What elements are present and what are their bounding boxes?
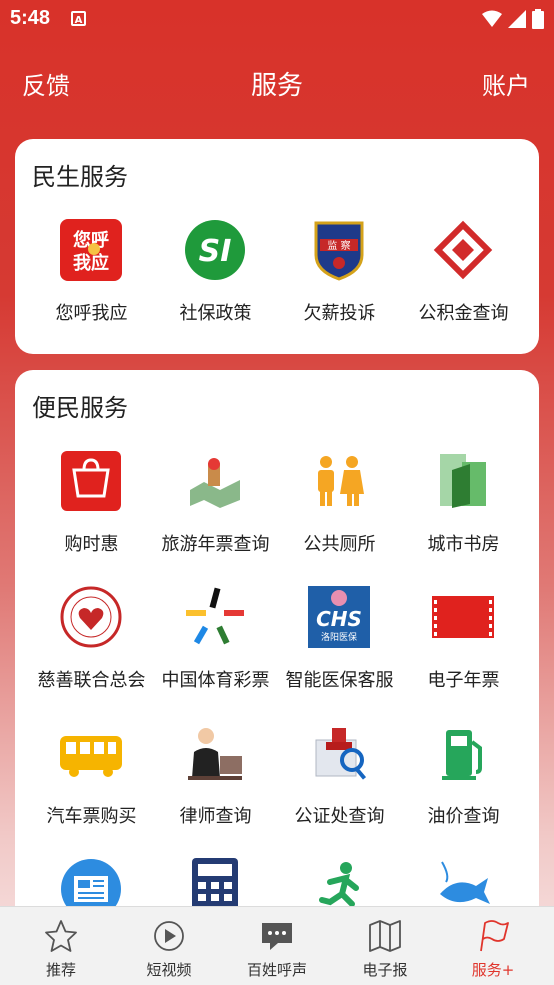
service-label: 电子年票	[427, 670, 500, 691]
svg-text:CHS: CHS	[316, 607, 362, 631]
service-label: 欠薪投诉	[303, 303, 376, 324]
page-title: 服务	[250, 71, 303, 101]
service-label: 您呼我应	[55, 303, 128, 324]
service-label: 公积金查询	[418, 303, 509, 324]
si-icon: SI	[184, 219, 246, 281]
service-label: 智能医保客服	[285, 670, 394, 691]
map-book-icon	[369, 920, 401, 952]
livelihood-services-card: 民生服务 您呼 我应 您呼我应 SI 社保政策 监 察 欠薪投诉 公积金查询	[15, 139, 539, 354]
tab-label: 推荐	[45, 961, 76, 979]
service-label: 油价查询	[427, 806, 500, 827]
housing-fund-icon	[432, 219, 494, 281]
status-time: 5:48	[10, 7, 51, 29]
notification-app-icon: A	[71, 11, 86, 26]
tab-label: 服务+	[471, 961, 515, 979]
fuel-pump-icon	[432, 722, 494, 784]
chat-icon	[262, 923, 292, 950]
service-label: 中国体育彩票	[161, 670, 270, 691]
service-label: 社保政策	[179, 303, 252, 324]
signal-icon	[508, 10, 526, 28]
wifi-icon	[482, 10, 502, 27]
service-label: 城市书房	[427, 534, 500, 555]
shopping-bag-icon	[60, 450, 122, 512]
star-icon	[45, 920, 77, 952]
ticket-icon	[432, 586, 494, 648]
svg-text:SI: SI	[199, 234, 232, 269]
play-icon	[154, 921, 184, 951]
service-label: 慈善联合总会	[37, 670, 146, 691]
section-title: 便民服务	[32, 394, 128, 422]
tab-public-voice[interactable]: 百姓呼声	[222, 907, 332, 985]
account-button[interactable]: 账户	[482, 66, 530, 101]
tab-short-video[interactable]: 短视频	[114, 907, 224, 985]
flag-icon	[480, 920, 509, 952]
status-bar: 5:48 A	[0, 0, 554, 38]
tab-label: 百姓呼声	[246, 961, 307, 979]
notary-stamp-icon	[308, 722, 370, 784]
service-label: 公共厕所	[303, 534, 376, 555]
service-label: 购时惠	[64, 534, 119, 555]
lottery-star-icon	[184, 586, 246, 648]
ninhu-icon: 您呼 我应	[60, 219, 122, 281]
tab-recommend[interactable]: 推荐	[6, 907, 116, 985]
toilet-icon	[308, 450, 370, 512]
battery-icon	[532, 9, 544, 29]
tab-e-newspaper[interactable]: 电子报	[330, 907, 440, 985]
svg-text:洛阳医保: 洛阳医保	[321, 631, 357, 643]
labor-badge-icon: 监 察	[308, 219, 370, 281]
lawyer-icon	[184, 722, 246, 784]
tab-label: 短视频	[146, 961, 192, 979]
convenience-services-card: 便民服务 购时惠 旅游年票查询 公共厕所 城市书房 慈善联合总会 中国体育彩票 …	[15, 370, 539, 930]
service-label: 律师查询	[179, 806, 252, 827]
travel-map-icon	[184, 450, 246, 512]
svg-text:我应: 我应	[73, 252, 109, 274]
tab-label: 电子报	[362, 961, 408, 979]
system-icons	[482, 9, 544, 29]
service-label: 汽车票购买	[46, 806, 137, 827]
svg-text:监 察: 监 察	[327, 239, 350, 252]
service-label: 公证处查询	[294, 806, 385, 827]
section-title: 民生服务	[32, 163, 128, 191]
book-building-icon	[432, 450, 494, 512]
top-bar: 反馈 服务 账户	[0, 60, 554, 106]
medical-insurance-icon: CHS 洛阳医保	[308, 586, 370, 648]
bottom-tab-bar: 推荐 短视频 百姓呼声 电子报 服务+	[0, 906, 554, 985]
bus-icon	[60, 722, 122, 784]
charity-emblem-icon	[60, 586, 122, 648]
service-label: 旅游年票查询	[161, 534, 270, 555]
tab-service-plus[interactable]: 服务+	[438, 907, 548, 985]
